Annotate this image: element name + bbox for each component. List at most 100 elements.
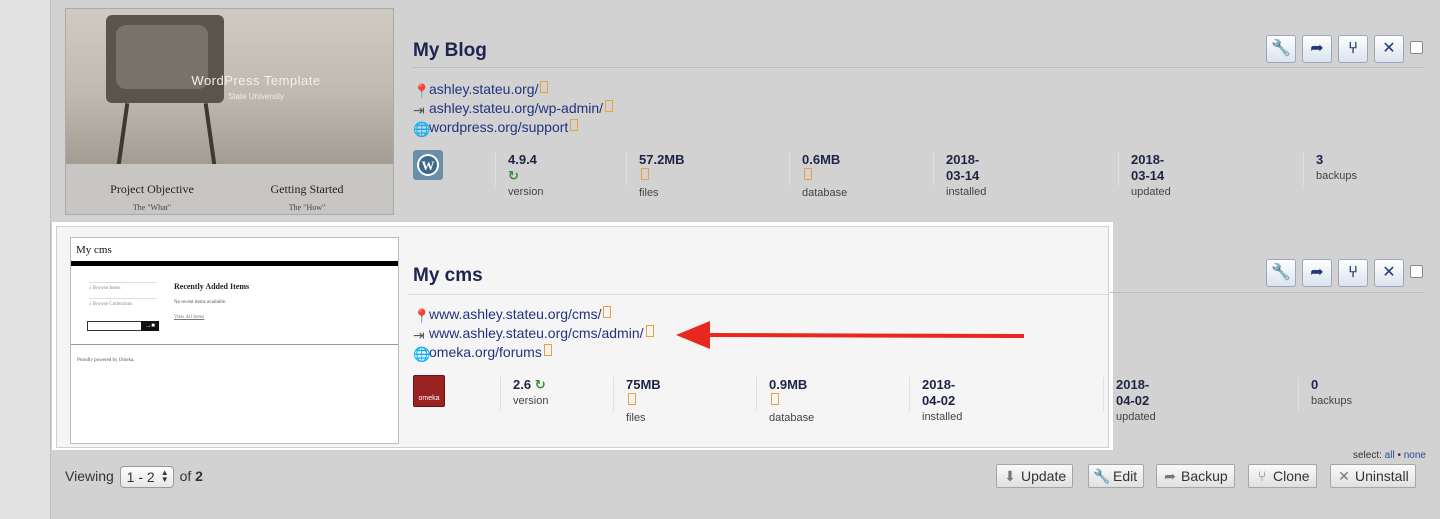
support-url-line: 🌐omeka.org/forums xyxy=(413,343,552,362)
cms-thumb-viewall: View All Items xyxy=(174,315,205,320)
cms-thumb-recent: Recently Added Items xyxy=(174,282,250,291)
svg-text:W: W xyxy=(422,158,435,173)
thumb-col1-sub: The "What" xyxy=(132,203,172,212)
cms-thumb-nav2: » Browse Collections xyxy=(89,298,157,307)
download-icon: ⬇ xyxy=(1004,468,1016,484)
share-icon[interactable]: ➦ xyxy=(1302,35,1332,63)
close-icon[interactable]: ✕ xyxy=(1374,259,1404,287)
stat-database: 0.9MB database xyxy=(756,377,814,424)
title-divider xyxy=(413,67,1425,68)
wrench-icon: 🔧 xyxy=(1093,468,1111,484)
stat-updated: 2018-04-02 updated xyxy=(1103,377,1156,423)
stat-version: 4.9.4 ↻ version xyxy=(495,152,543,198)
omeka-logo-text: omeka xyxy=(418,395,440,402)
stat-backups: 0 backups xyxy=(1298,377,1352,411)
site-url-link[interactable]: www.ashley.stateu.org/cms/ xyxy=(429,306,601,322)
globe-icon: 🌐 xyxy=(413,121,431,137)
stat-version: 2.6 ↻ version xyxy=(500,377,548,411)
select-links: select: all • none xyxy=(1352,450,1426,461)
viewing-label: Viewing xyxy=(65,468,114,484)
thumb-col2-sub: The "How" xyxy=(288,203,326,212)
stat-installed: 2018-03-14 installed xyxy=(933,152,986,198)
select-none-link[interactable]: none xyxy=(1404,450,1426,461)
site-url-line: 📍www.ashley.stateu.org/cms/ xyxy=(413,305,612,324)
close-icon[interactable]: ✕ xyxy=(1374,35,1404,63)
page-range-select[interactable]: 1 - 2 ▲ ▼ xyxy=(119,466,174,489)
red-arrow xyxy=(676,321,1025,349)
external-link-icon[interactable] xyxy=(603,306,612,318)
stat-backups: 3 backups xyxy=(1303,152,1357,186)
of-label: of xyxy=(179,468,192,484)
site-thumbnail-blog[interactable]: WordPress Template State University Proj… xyxy=(65,8,394,215)
left-rail xyxy=(0,0,51,519)
clone-icon[interactable]: ⑂ xyxy=(1338,259,1368,287)
external-link-icon[interactable] xyxy=(540,81,549,93)
external-link-icon[interactable] xyxy=(628,393,636,405)
thumb-col1-title: Project Objective xyxy=(110,182,194,196)
external-link-icon[interactable] xyxy=(804,168,812,180)
thumb-title: WordPress Template xyxy=(191,73,321,88)
clone-icon[interactable]: ⑂ xyxy=(1338,35,1368,63)
site-title-cms[interactable]: My cms xyxy=(413,265,483,287)
thumb-col2-title: Getting Started xyxy=(270,182,344,196)
external-link-icon[interactable] xyxy=(645,325,654,337)
stat-updated: 2018-03-14 updated xyxy=(1118,152,1171,198)
site-url-line: 📍ashley.stateu.org/ xyxy=(413,80,549,99)
location-pin-icon: 📍 xyxy=(413,308,431,324)
support-url-link[interactable]: omeka.org/forums xyxy=(429,344,542,360)
external-link-icon[interactable] xyxy=(771,393,779,405)
cms-thumb-empty: No recent items available. xyxy=(174,300,227,305)
edit-button[interactable]: 🔧 Edit xyxy=(1088,464,1145,488)
clone-button[interactable]: ⑂ Clone xyxy=(1248,464,1317,488)
globe-icon: 🌐 xyxy=(413,346,431,362)
tv-photo: WordPress Template State University xyxy=(66,9,393,165)
select-all-link[interactable]: all xyxy=(1385,450,1395,461)
title-divider xyxy=(408,294,1108,295)
tv-body xyxy=(106,15,224,103)
update-button[interactable]: ⬇ Update xyxy=(996,464,1074,488)
login-icon: ⇥ xyxy=(413,102,425,118)
backup-button[interactable]: ➦ Backup xyxy=(1156,464,1235,488)
refresh-icon[interactable]: ↻ xyxy=(535,377,546,392)
wrench-icon[interactable]: 🔧 xyxy=(1266,35,1296,63)
admin-url-link[interactable]: www.ashley.stateu.org/cms/admin/ xyxy=(429,325,644,341)
cms-thumb-header: My cms xyxy=(76,244,112,256)
total-count: 2 xyxy=(195,468,203,484)
title-divider xyxy=(1110,292,1425,293)
chevron-updown-icon: ▲ ▼ xyxy=(160,468,169,485)
site-thumbnail-cms[interactable]: My cms » Browse Items » Browse Collectio… xyxy=(70,237,399,444)
omeka-logo-icon: omeka xyxy=(413,375,445,407)
support-url-link[interactable]: wordpress.org/support xyxy=(429,119,568,135)
external-link-icon[interactable] xyxy=(605,100,614,112)
select-checkbox-blog[interactable] xyxy=(1410,41,1423,54)
site-title-blog[interactable]: My Blog xyxy=(413,40,487,62)
refresh-icon[interactable]: ↻ xyxy=(508,168,519,183)
share-icon[interactable]: ➦ xyxy=(1302,259,1332,287)
cms-thumb-nav1: » Browse Items xyxy=(89,282,157,291)
clone-icon: ⑂ xyxy=(1257,468,1267,484)
select-checkbox-cms[interactable] xyxy=(1410,265,1423,278)
stat-files: 57.2MB files xyxy=(626,152,685,199)
admin-url-line: ⇥ www.ashley.stateu.org/cms/admin/ xyxy=(413,324,654,343)
stat-database: 0.6MB database xyxy=(789,152,847,199)
share-icon: ➦ xyxy=(1164,468,1176,484)
stat-installed: 2018-04-02 installed xyxy=(909,377,962,423)
uninstall-button[interactable]: ✕ Uninstall xyxy=(1330,464,1416,488)
cms-thumb-footer: Proudly powered by Omeka. xyxy=(77,358,135,363)
external-link-icon[interactable] xyxy=(570,119,579,131)
support-url-line: 🌐wordpress.org/support xyxy=(413,118,579,137)
admin-url-line: ⇥ ashley.stateu.org/wp-admin/ xyxy=(413,99,614,118)
thumb-columns: Project Objective The "What" Getting Star… xyxy=(66,164,393,214)
close-icon: ✕ xyxy=(1338,468,1350,484)
stat-files: 75MB files xyxy=(613,377,661,424)
wordpress-logo-icon: W xyxy=(413,150,443,180)
wrench-icon[interactable]: 🔧 xyxy=(1266,259,1296,287)
admin-url-link[interactable]: ashley.stateu.org/wp-admin/ xyxy=(429,100,603,116)
location-pin-icon: 📍 xyxy=(413,83,431,99)
pagination: Viewing 1 - 2 ▲ ▼ of 2 xyxy=(65,466,203,489)
site-url-link[interactable]: ashley.stateu.org/ xyxy=(429,81,538,97)
search-icon: →■ xyxy=(141,321,159,331)
thumb-subtitle: State University xyxy=(227,92,285,101)
external-link-icon[interactable] xyxy=(641,168,649,180)
external-link-icon[interactable] xyxy=(543,344,552,356)
